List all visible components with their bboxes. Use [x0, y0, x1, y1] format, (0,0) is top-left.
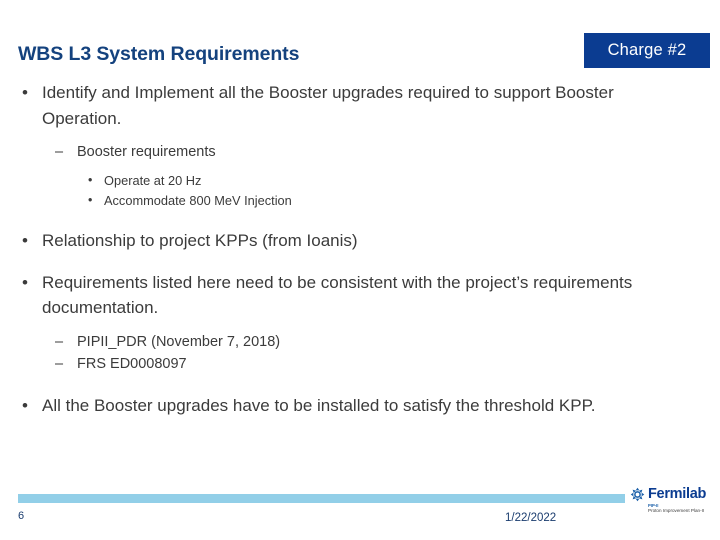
bullet-marker: • [88, 192, 93, 207]
list-item: – FRS ED0008097 [0, 353, 720, 375]
list-item: – Booster requirements [0, 141, 720, 163]
list-item-text: Booster requirements [77, 144, 216, 160]
logo-lockup: Fermilab [630, 487, 716, 502]
bullet-marker: • [22, 395, 28, 415]
logo-subtitle-full: Proton Improvement Plan-II [648, 508, 705, 513]
list-item: – PIPII_PDR (November 7, 2018) [0, 331, 720, 353]
fermilab-logo: Fermilab PIP-II Proton Improvement Plan-… [630, 487, 716, 521]
dash-marker: – [55, 355, 64, 372]
list-item-text: Relationship to project KPPs (from Ioani… [42, 231, 358, 250]
bullet-marker: • [22, 272, 28, 292]
list-item: • Relationship to project KPPs (from Ioa… [0, 228, 720, 254]
list-item-text: PIPII_PDR (November 7, 2018) [77, 333, 281, 350]
list-item-text: Requirements listed here need to be cons… [42, 272, 633, 318]
footer-date: 1/22/2022 [505, 512, 557, 524]
list-item: • Operate at 20 Hz [0, 171, 720, 191]
list-item-text: All the Booster upgrades have to be inst… [42, 395, 596, 415]
fermilab-wordmark: Fermilab [648, 486, 707, 502]
bullet-marker: • [22, 231, 28, 250]
page-number: 6 [18, 510, 25, 522]
list-item-text: Accommodate 800 MeV Injection [104, 192, 292, 208]
page-title: WBS L3 System Requirements [18, 43, 300, 65]
list-item-text: Operate at 20 Hz [104, 173, 202, 188]
charge-badge: Charge #2 [584, 33, 710, 68]
bullet-marker: • [88, 173, 93, 187]
list-item: • Accommodate 800 MeV Injection [0, 191, 720, 211]
list-item: • Requirements listed here need to be co… [0, 270, 720, 321]
content-body: • Identify and Implement all the Booster… [0, 80, 720, 420]
slide: WBS L3 System Requirements Charge #2 • I… [0, 0, 720, 540]
list-item: • All the Booster upgrades have to be in… [0, 393, 720, 419]
footer-divider-bar [18, 494, 625, 503]
list-item: • Identify and Implement all the Booster… [0, 80, 720, 131]
list-item-text: FRS ED0008097 [77, 355, 187, 372]
fermilab-mark-icon [630, 487, 645, 502]
dash-marker: – [55, 144, 64, 160]
bullet-marker: • [22, 83, 28, 102]
list-item-text: Identify and Implement all the Booster u… [42, 83, 614, 128]
dash-marker: – [55, 333, 64, 350]
